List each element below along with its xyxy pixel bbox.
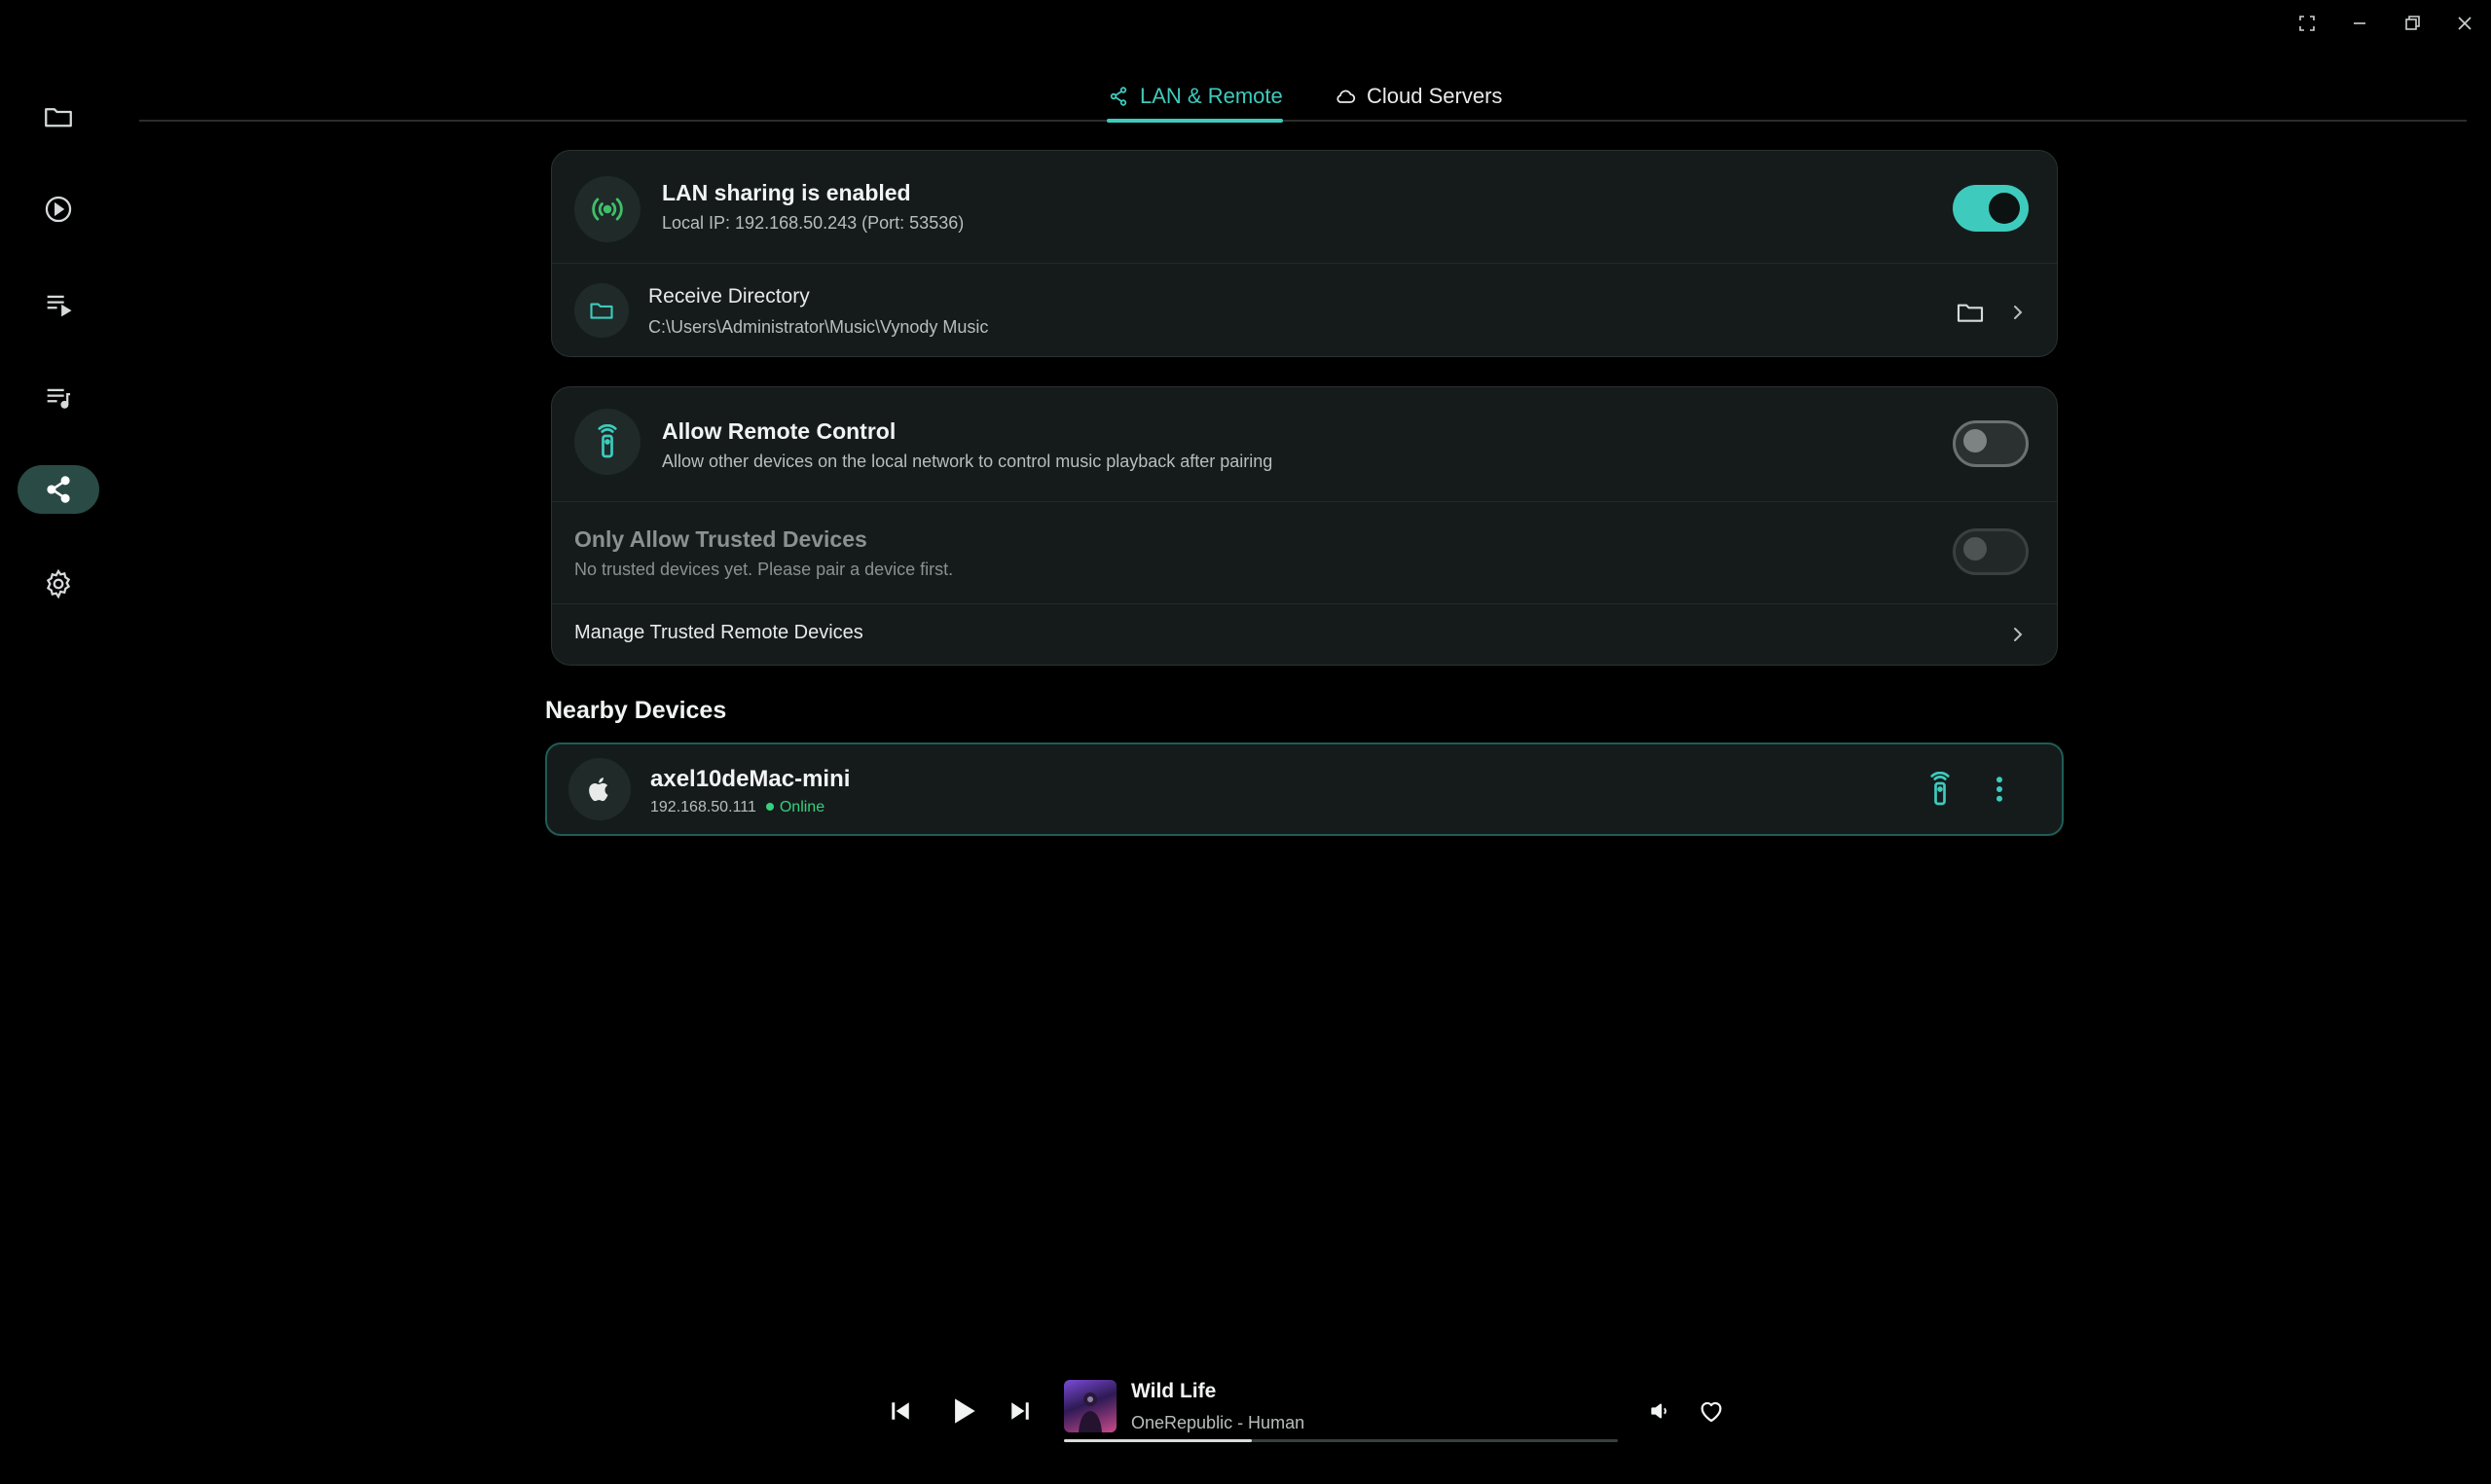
card-divider	[552, 263, 2057, 264]
folder-icon	[1957, 304, 1984, 322]
folder-icon	[590, 303, 613, 319]
maximize-button[interactable]	[2393, 8, 2432, 39]
remote-subtitle: Allow other devices on the local network…	[662, 452, 1273, 471]
more-vertical-icon	[1996, 777, 2002, 802]
minimize-icon	[2354, 22, 2365, 24]
chevron-right-icon	[2014, 628, 2023, 641]
toggle-knob	[1989, 193, 2020, 224]
lan-sharing-card: LAN sharing is enabled Local IP: 192.168…	[551, 150, 2058, 357]
sidebar-item-now-playing[interactable]	[18, 185, 99, 234]
remote-icon-badge	[574, 409, 641, 475]
share-icon	[1110, 87, 1127, 106]
toggle-knob	[1963, 537, 1987, 561]
manage-trusted-devices-label: Manage Trusted Remote Devices	[574, 622, 863, 643]
nearby-devices-title: Nearby Devices	[545, 697, 727, 724]
remote-control-card: Allow Remote Control Allow other devices…	[551, 386, 2058, 666]
tabs-divider	[139, 120, 2467, 122]
remote-control-device-button[interactable]	[1923, 772, 1958, 807]
playback-progress[interactable]	[1064, 1439, 1618, 1442]
apple-icon	[589, 778, 608, 802]
track-artist-album: OneRepublic - Human	[1131, 1413, 1305, 1432]
skip-previous-icon	[892, 1402, 909, 1420]
device-avatar	[568, 758, 631, 820]
play-icon	[955, 1398, 975, 1424]
minimize-button[interactable]	[2340, 8, 2379, 39]
card-divider	[552, 501, 2057, 502]
device-status: Online	[779, 799, 825, 815]
folder-icon	[45, 108, 72, 127]
device-item[interactable]: axel10deMac-mini 192.168.50.111 Online	[545, 742, 2064, 836]
online-dot	[765, 802, 774, 811]
volume-icon	[1651, 1403, 1667, 1419]
fullscreen-button[interactable]	[2288, 8, 2326, 39]
tab-cloud-servers[interactable]: Cloud Servers	[1334, 72, 1502, 121]
lan-local-ip: Local IP: 192.168.50.243 (Port: 53536)	[662, 213, 965, 233]
device-more-button[interactable]	[1982, 772, 2017, 807]
track-title: Wild Life	[1131, 1380, 1217, 1402]
restore-icon	[2405, 16, 2420, 30]
playlist-music-icon	[47, 388, 71, 409]
receive-directory-path: C:\Users\Administrator\Music\Vynody Musi…	[648, 317, 989, 337]
cloud-icon	[1337, 90, 1356, 103]
gear-icon	[46, 568, 71, 599]
lan-icon-badge	[574, 176, 641, 242]
favorite-button[interactable]	[1692, 1392, 1731, 1430]
skip-next-icon	[1011, 1402, 1029, 1420]
remote-title: Allow Remote Control	[662, 418, 897, 444]
device-ip: 192.168.50.111	[650, 799, 756, 815]
play-circle-icon	[45, 196, 72, 223]
toggle-knob	[1963, 429, 1987, 452]
queue-icon	[47, 295, 72, 317]
chevron-right-icon[interactable]	[2009, 304, 2027, 321]
tab-label: Cloud Servers	[1367, 84, 1503, 108]
tab-label: LAN & Remote	[1140, 84, 1283, 108]
device-name: axel10deMac-mini	[650, 766, 851, 792]
album-art-icon	[1079, 1393, 1102, 1432]
sidebar-item-folder[interactable]	[18, 92, 99, 141]
sidebar-item-settings[interactable]	[18, 560, 99, 608]
tab-lan-remote[interactable]: LAN & Remote	[1107, 72, 1283, 123]
close-icon	[2458, 17, 2472, 30]
device-info: 192.168.50.111 Online	[650, 799, 824, 816]
manage-trusted-devices-row[interactable]: Manage Trusted Remote Devices	[552, 604, 2057, 665]
share-icon	[47, 476, 70, 503]
receive-directory-title: Receive Directory	[648, 285, 810, 308]
wireless-broadcast-icon	[592, 198, 623, 221]
tab-active-indicator	[1107, 119, 1283, 123]
album-cover[interactable]	[1064, 1380, 1117, 1432]
browse-folder-button[interactable]	[1955, 297, 1986, 328]
play-button[interactable]	[941, 1390, 984, 1432]
volume-button[interactable]	[1643, 1394, 1678, 1429]
trusted-devices-title: Only Allow Trusted Devices	[574, 526, 867, 552]
close-button[interactable]	[2445, 8, 2484, 39]
lan-sharing-toggle[interactable]	[1953, 185, 2029, 232]
fullscreen-icon	[2299, 16, 2315, 31]
sidebar-item-queue[interactable]	[18, 279, 99, 328]
remote-control-icon	[598, 424, 617, 458]
sidebar-item-share[interactable]	[18, 465, 99, 514]
remote-control-icon	[1930, 772, 1950, 806]
lan-title: LAN sharing is enabled	[662, 180, 911, 205]
previous-button[interactable]	[881, 1392, 920, 1430]
next-button[interactable]	[1001, 1392, 1040, 1430]
trusted-devices-subtitle: No trusted devices yet. Please pair a de…	[574, 560, 954, 579]
remote-control-toggle[interactable]	[1953, 420, 2029, 467]
sidebar-item-playlists[interactable]	[18, 373, 99, 421]
heart-icon	[1701, 1401, 1722, 1423]
trusted-devices-toggle[interactable]	[1953, 528, 2029, 575]
playback-progress-fill	[1064, 1439, 1253, 1442]
receive-folder-badge	[574, 283, 629, 338]
